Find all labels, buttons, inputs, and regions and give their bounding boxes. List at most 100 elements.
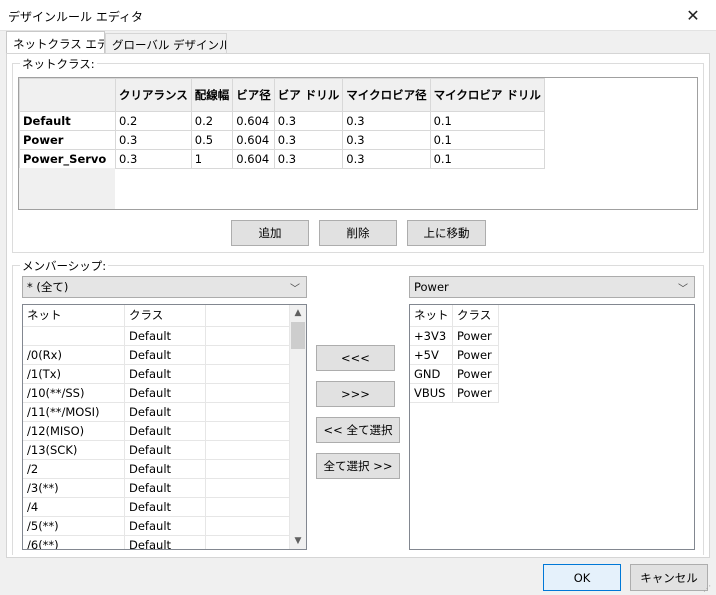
- row-filler: [206, 441, 290, 460]
- col-header-microvia-diameter[interactable]: マイクロビア径: [342, 78, 431, 112]
- net-class: Default: [125, 365, 206, 384]
- netclass-row[interactable]: Power_Servo 0.3 1 0.604 0.3 0.3 0.1: [19, 149, 545, 169]
- cell-track-width[interactable]: 1: [190, 149, 234, 169]
- net-class: Default: [125, 517, 206, 536]
- left-list-scrollbar[interactable]: ▲ ▼: [290, 305, 306, 549]
- list-item[interactable]: /0(Rx) Default: [23, 346, 290, 365]
- net-name: /4: [23, 498, 125, 517]
- netclass-header-row: クリアランス 配線幅 ビア径 ビア ドリル マイクロビア径 マイクロビア ドリル: [19, 78, 545, 112]
- scroll-up-icon[interactable]: ▲: [290, 305, 306, 321]
- net-name: /13(SCK): [23, 441, 125, 460]
- select-all-left-button[interactable]: << 全て選択: [316, 417, 400, 443]
- net-name: /10(**/SS): [23, 384, 125, 403]
- select-all-right-button[interactable]: 全て選択 >>: [316, 453, 400, 479]
- list-item[interactable]: VBUS Power: [410, 384, 694, 403]
- cell-via-drill[interactable]: 0.3: [273, 111, 344, 131]
- left-col-header-class[interactable]: クラス: [125, 305, 206, 327]
- scrollbar-thumb[interactable]: [291, 322, 305, 349]
- net-name: VBUS: [410, 384, 453, 403]
- row-filler: [206, 422, 290, 441]
- col-header-clearance[interactable]: クリアランス: [115, 78, 192, 112]
- list-item[interactable]: /2 Default: [23, 460, 290, 479]
- net-class: Default: [125, 479, 206, 498]
- row-filler: [206, 365, 290, 384]
- delete-button[interactable]: 削除: [319, 220, 397, 246]
- net-class: Default: [125, 403, 206, 422]
- cell-via-diameter[interactable]: 0.604: [232, 111, 275, 131]
- col-header-track-width[interactable]: 配線幅: [190, 78, 234, 112]
- netclass-row[interactable]: Power 0.3 0.5 0.604 0.3 0.3 0.1: [19, 130, 545, 150]
- cell-microvia-drill[interactable]: 0.1: [429, 149, 545, 169]
- list-item[interactable]: /12(MISO) Default: [23, 422, 290, 441]
- right-col-header-net[interactable]: ネット: [410, 305, 453, 327]
- cell-microvia-diameter[interactable]: 0.3: [342, 111, 431, 131]
- cell-via-diameter[interactable]: 0.604: [232, 149, 275, 169]
- list-item[interactable]: /5(**) Default: [23, 517, 290, 536]
- list-item[interactable]: /4 Default: [23, 498, 290, 517]
- net-name: /1(Tx): [23, 365, 125, 384]
- net-class: Default: [125, 536, 206, 549]
- ok-button[interactable]: OK: [543, 564, 621, 591]
- net-name: /2: [23, 460, 125, 479]
- right-net-filter-select[interactable]: Power ﹀: [409, 276, 695, 298]
- list-item[interactable]: +5V Power: [410, 346, 694, 365]
- net-name: /0(Rx): [23, 346, 125, 365]
- resize-grip-icon[interactable]: ⋰: [703, 583, 715, 594]
- row-filler: [206, 346, 290, 365]
- list-item[interactable]: +3V3 Power: [410, 327, 694, 346]
- close-icon[interactable]: ✕: [670, 0, 716, 31]
- net-class: Default: [125, 422, 206, 441]
- cell-clearance[interactable]: 0.3: [115, 149, 192, 169]
- col-header-microvia-drill[interactable]: マイクロビア ドリル: [429, 78, 545, 112]
- list-item[interactable]: /11(**/MOSI) Default: [23, 403, 290, 422]
- netclass-name[interactable]: Default: [19, 111, 116, 131]
- cell-via-drill[interactable]: 0.3: [273, 149, 344, 169]
- cell-via-drill[interactable]: 0.3: [273, 130, 344, 150]
- col-header-via-drill[interactable]: ビア ドリル: [273, 78, 344, 112]
- move-up-button[interactable]: 上に移動: [407, 220, 486, 246]
- net-class: Default: [125, 327, 206, 346]
- row-filler: [206, 403, 290, 422]
- list-item[interactable]: /13(SCK) Default: [23, 441, 290, 460]
- list-item[interactable]: /1(Tx) Default: [23, 365, 290, 384]
- move-right-button[interactable]: >>>: [316, 381, 395, 407]
- cell-via-diameter[interactable]: 0.604: [232, 130, 275, 150]
- cell-clearance[interactable]: 0.2: [115, 111, 192, 131]
- list-item[interactable]: /3(**) Default: [23, 479, 290, 498]
- left-net-filter-select[interactable]: * (全て) ﹀: [22, 276, 307, 298]
- netclass-grid[interactable]: クリアランス 配線幅 ビア径 ビア ドリル マイクロビア径 マイクロビア ドリル…: [18, 77, 698, 210]
- left-col-header-filler: [206, 305, 290, 327]
- tab-netclass-editor[interactable]: ネットクラス エディタ: [6, 31, 105, 55]
- cell-track-width[interactable]: 0.5: [190, 130, 234, 150]
- tab-global-design-rules[interactable]: グローバル デザインルール: [105, 33, 227, 55]
- right-col-header-class[interactable]: クラス: [453, 305, 499, 327]
- cell-microvia-drill[interactable]: 0.1: [429, 130, 545, 150]
- left-net-list[interactable]: ネット クラス Default /0(Rx) Default /1(Tx) Defa…: [22, 304, 307, 550]
- netclass-name[interactable]: Power: [19, 130, 116, 150]
- cancel-button[interactable]: キャンセル: [630, 564, 708, 591]
- cell-microvia-diameter[interactable]: 0.3: [342, 130, 431, 150]
- list-item[interactable]: /6(**) Default: [23, 536, 290, 549]
- net-name: /11(**/MOSI): [23, 403, 125, 422]
- list-item[interactable]: /10(**/SS) Default: [23, 384, 290, 403]
- netclass-name[interactable]: Power_Servo: [19, 149, 116, 169]
- left-filter-value: * (全て): [27, 280, 69, 294]
- net-name: /12(MISO): [23, 422, 125, 441]
- right-net-list[interactable]: ネット クラス +3V3 Power +5V Power GND Power VBUS…: [409, 304, 695, 550]
- list-item[interactable]: GND Power: [410, 365, 694, 384]
- cell-track-width[interactable]: 0.2: [190, 111, 234, 131]
- netclass-row[interactable]: Default 0.2 0.2 0.604 0.3 0.3 0.1: [19, 111, 545, 131]
- scroll-down-icon[interactable]: ▼: [290, 533, 306, 549]
- add-button[interactable]: 追加: [231, 220, 309, 246]
- window-title: デザインルール エディタ: [8, 10, 143, 24]
- title-bar: デザインルール エディタ ✕: [0, 0, 716, 31]
- cell-microvia-diameter[interactable]: 0.3: [342, 149, 431, 169]
- move-left-button[interactable]: <<<: [316, 345, 395, 371]
- col-header-via-diameter[interactable]: ビア径: [232, 78, 275, 112]
- left-col-header-net[interactable]: ネット: [23, 305, 125, 327]
- net-name: GND: [410, 365, 453, 384]
- list-item[interactable]: Default: [23, 327, 290, 346]
- cell-clearance[interactable]: 0.3: [115, 130, 192, 150]
- row-filler: [206, 384, 290, 403]
- cell-microvia-drill[interactable]: 0.1: [429, 111, 545, 131]
